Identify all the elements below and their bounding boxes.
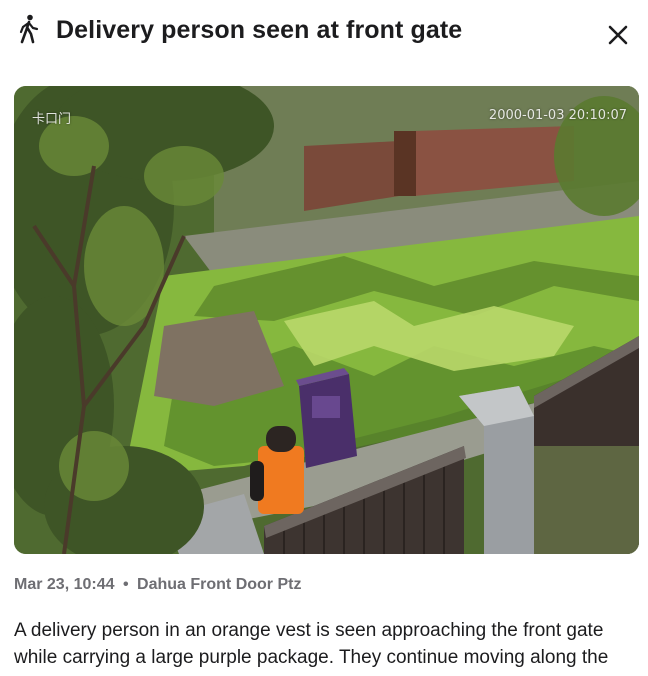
event-time: Mar 23, 10:44 <box>14 576 115 593</box>
event-description: A delivery person in an orange vest is s… <box>14 620 609 668</box>
camera-timestamp: 2000-01-03 20:10:07 <box>488 108 627 123</box>
camera-scene <box>14 86 639 554</box>
dialog-title: Delivery person seen at front gate <box>56 16 463 44</box>
camera-channel-label: 卡口门 <box>32 112 72 127</box>
event-meta: Mar 23, 10:44 • Dahua Front Door Ptz <box>14 576 301 594</box>
person-walking-icon <box>19 14 39 44</box>
close-icon <box>608 25 628 45</box>
meta-separator: • <box>122 576 129 593</box>
camera-name[interactable]: Dahua Front Door Ptz <box>137 576 301 593</box>
close-button[interactable] <box>600 17 636 53</box>
camera-snapshot[interactable]: 卡口门 2000-01-03 20:10:07 <box>14 86 639 554</box>
dialog-header: Delivery person seen at front gate <box>0 0 648 64</box>
